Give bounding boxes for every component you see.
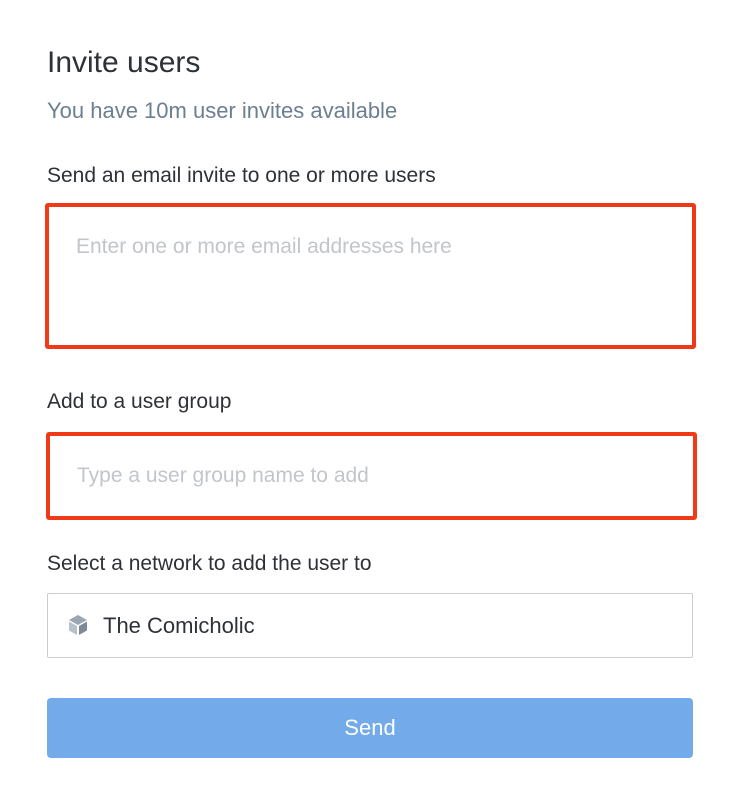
- invites-available-text: You have 10m user invites available: [47, 98, 398, 123]
- email-addresses-input[interactable]: [49, 207, 692, 345]
- page-title: Invite users: [47, 46, 201, 79]
- user-group-field-container: [46, 432, 697, 520]
- network-select-label: Select a network to add the user to: [47, 552, 372, 575]
- email-invite-label: Send an email invite to one or more user…: [47, 164, 436, 187]
- network-select[interactable]: The Comicholic: [47, 593, 693, 658]
- user-group-label: Add to a user group: [47, 390, 232, 413]
- send-button[interactable]: Send: [47, 698, 693, 758]
- selected-network-name: The Comicholic: [103, 613, 255, 638]
- network-cube-icon: [69, 615, 87, 635]
- user-group-input[interactable]: [50, 436, 693, 516]
- email-invite-field-container: [45, 203, 696, 349]
